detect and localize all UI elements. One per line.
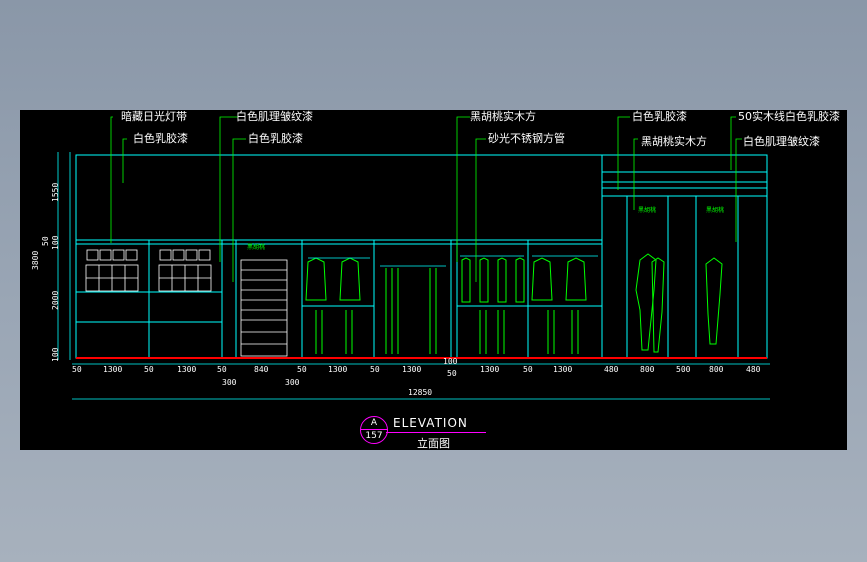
vdim-total: 3800 [31,250,40,270]
dim-11: 50 [447,369,457,378]
title-main: ELEVATION [393,416,468,430]
dim-12: 1300 [480,365,500,374]
dim-4: 1300 [177,365,197,374]
dim-100: 100 [443,357,458,366]
label-wood-line: 50实木线白色乳胶漆 [738,110,840,123]
dim-10: 1300 [402,365,422,374]
dim-15: 480 [604,365,619,374]
vdim-100: 100 [51,235,60,250]
label-white-latex-1: 白色乳胶漆 [133,132,188,145]
title-ref-bottom: 157 [365,431,383,441]
dim-7: 50 [297,365,307,374]
dim-300-b: 300 [285,378,300,387]
dim-8: 1300 [328,365,348,374]
elevation-drawing [57,116,770,400]
dim-19: 480 [746,365,761,374]
vdim-1550: 1550 [51,182,60,202]
dim-3: 50 [144,365,154,374]
label-stainless-tube: 砂光不锈钢方管 [488,132,565,145]
title-underline [386,432,486,433]
title-ref-top: A [370,418,378,428]
cabinet-tag: 黑胡桃 [247,244,266,251]
dim-14: 1300 [553,365,573,374]
dim-16: 800 [640,365,655,374]
drawing-canvas: 暗藏日光灯带 白色乳胶漆 白色肌理皱纹漆 白色乳胶漆 黑胡桃实木方 砂光不锈钢方… [20,110,847,450]
label-black-walnut-1: 黑胡桃实木方 [470,110,536,123]
dim-total: 12850 [408,388,433,397]
vdim-100-bottom: 100 [51,347,60,362]
dim-17: 500 [676,365,691,374]
dim-13: 50 [523,365,533,374]
vdim-2000: 2000 [51,290,60,310]
label-white-texture-1: 白色肌理皱纹漆 [236,110,313,123]
dim-5: 50 [217,365,227,374]
dim-18: 800 [709,365,724,374]
cabinet-tag: 黑胡桃 [706,207,725,214]
title-sub: 立面图 [417,437,450,450]
dim-6: 840 [254,365,269,374]
label-black-walnut-2: 黑胡桃实木方 [641,135,707,148]
dim-2: 1300 [103,365,123,374]
dim-9: 50 [370,365,380,374]
label-hidden-light: 暗藏日光灯带 [121,110,187,123]
label-white-texture-2: 白色肌理皱纹漆 [743,135,820,148]
dim-300-a: 300 [222,378,237,387]
facade-outline [75,154,603,359]
title-ref-bubble: A 157 [360,416,388,444]
dim-1: 50 [72,365,82,374]
cabinet-tag: 黑胡桃 [638,207,657,214]
label-white-latex-3: 白色乳胶漆 [632,110,687,123]
label-white-latex-2: 白色乳胶漆 [248,132,303,145]
vdim-50: 50 [41,236,50,246]
